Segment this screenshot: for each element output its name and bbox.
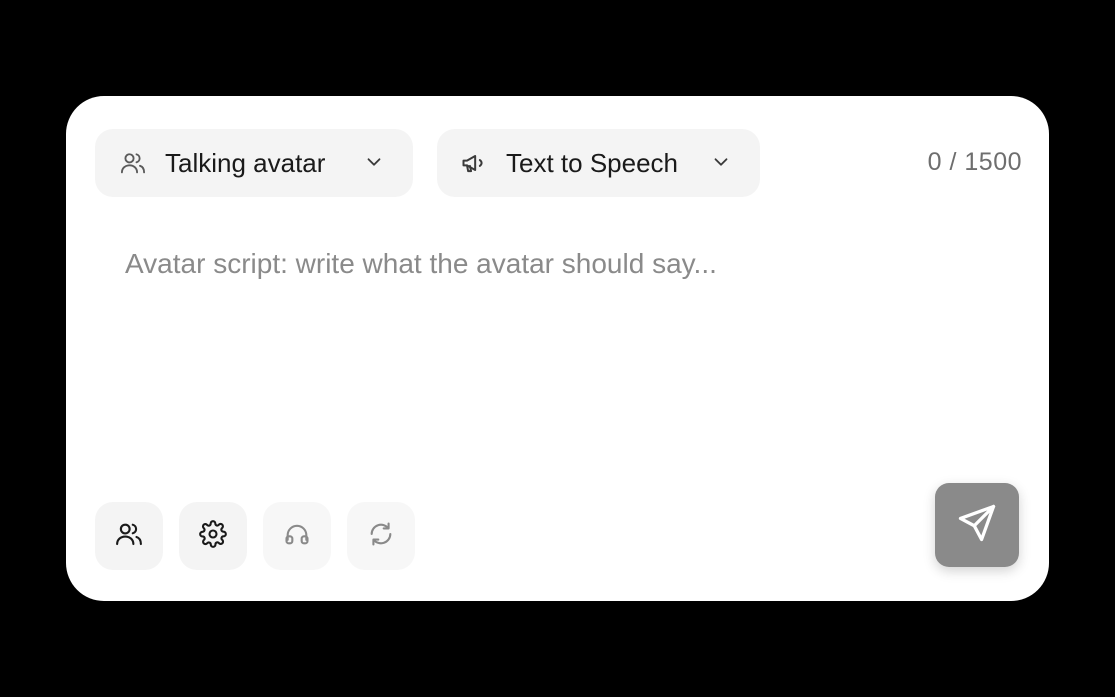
character-counter: 0 / 1500: [927, 148, 1022, 176]
avatars-tool-button[interactable]: [95, 502, 163, 570]
composer-toolbar: Talking avatar Text to Speech 0 / 1500: [95, 129, 1022, 197]
settings-tool-button[interactable]: [179, 502, 247, 570]
avatar-mode-dropdown[interactable]: Talking avatar: [95, 129, 413, 197]
refresh-tool-button[interactable]: [347, 502, 415, 570]
headphones-icon: [283, 520, 311, 553]
voice-mode-label: Text to Speech: [506, 147, 678, 178]
voice-mode-dropdown[interactable]: Text to Speech: [437, 129, 760, 197]
audio-tool-button[interactable]: [263, 502, 331, 570]
refresh-icon: [367, 520, 395, 553]
send-icon: [955, 501, 999, 550]
avatar-script-input[interactable]: [125, 246, 985, 446]
chevron-down-icon: [710, 151, 732, 173]
chevron-down-icon: [363, 151, 385, 173]
users-icon: [119, 149, 147, 177]
megaphone-icon: [460, 149, 488, 177]
send-button[interactable]: [935, 483, 1019, 567]
gear-icon: [199, 519, 227, 553]
script-composer-card: Talking avatar Text to Speech 0 / 1500 A…: [66, 96, 1049, 601]
avatar-mode-label: Talking avatar: [165, 147, 326, 178]
users-icon: [114, 519, 144, 554]
